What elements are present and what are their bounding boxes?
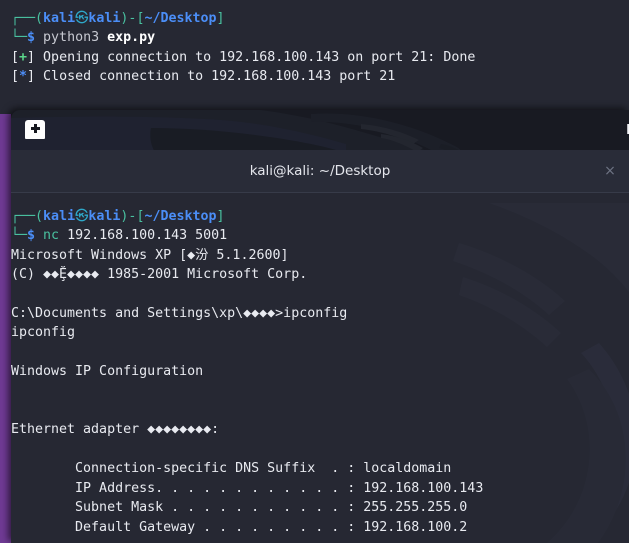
- prompt-path: ~/Desktop: [144, 209, 217, 224]
- output-bracket-close: ]: [27, 49, 36, 65]
- terminal-output-area[interactable]: ┌──(kali㉿kali)-[~/Desktop] └─$ nc 192.16…: [11, 193, 629, 543]
- window-titlebar[interactable]: kali@k: [11, 110, 629, 150]
- prompt-host: kali: [88, 209, 121, 224]
- prompt-dollar: $: [27, 30, 36, 46]
- terminal-line: Windows IP Configuration: [11, 364, 204, 380]
- prompt-at-icon: ㉿: [75, 209, 89, 224]
- desktop-background-strip-upper: [0, 0, 11, 114]
- prompt-rbracket: ]: [216, 11, 225, 26]
- prompt-open-paren: (: [35, 209, 44, 224]
- output-marker-plus: +: [19, 49, 28, 65]
- prompt-open-paren: (: [35, 11, 44, 26]
- prompt-host: kali: [88, 11, 121, 26]
- plus-icon: [30, 124, 40, 133]
- prompt-path: ~/Desktop: [144, 11, 217, 26]
- terminal-line: Default Gateway . . . . . . . . . : 192.…: [11, 519, 468, 535]
- terminal-line: ipconfig: [11, 325, 76, 341]
- background-terminal[interactable]: ┌──(kali㉿kali)-[~/Desktop] └─$ python3 e…: [11, 0, 629, 114]
- terminal-text: ┌──(kali㉿kali)-[~/Desktop] └─$ nc 192.16…: [11, 193, 629, 537]
- terminal-line: IP Address. . . . . . . . . . . . : 192.…: [11, 480, 484, 496]
- output-bracket-open: [: [11, 69, 20, 85]
- prompt-rbracket: ]: [216, 209, 225, 224]
- output-bracket-open: [: [11, 49, 20, 65]
- background-terminal-output: ┌──(kali㉿kali)-[~/Desktop] └─$ python3 e…: [11, 0, 629, 87]
- prompt-corner-top: ┌──: [11, 209, 36, 224]
- command-name: nc: [43, 228, 60, 244]
- prompt-at-icon: ㉿: [75, 11, 89, 26]
- command-arg: exp.py: [107, 30, 156, 46]
- terminal-line: Microsoft Windows XP [◆汾 5.1.2600]: [11, 247, 289, 263]
- prompt-dollar: $: [27, 228, 36, 244]
- close-icon[interactable]: ×: [601, 162, 619, 180]
- tab-bar[interactable]: kali@kali: ~/Desktop ×: [11, 150, 629, 193]
- output-bracket-close: ]: [27, 69, 36, 85]
- output-text: Opening connection to 192.168.100.143 on…: [35, 49, 476, 65]
- new-tab-button[interactable]: [25, 120, 45, 139]
- prompt-corner-top: ┌──: [11, 11, 36, 26]
- prompt-corner-bottom: └─: [11, 30, 28, 46]
- prompt-user: kali: [43, 209, 76, 224]
- screen: ┌──(kali㉿kali)-[~/Desktop] └─$ python3 e…: [0, 0, 629, 543]
- tab-kali-desktop[interactable]: kali@kali: ~/Desktop: [11, 150, 629, 192]
- command-name: python3: [43, 30, 100, 46]
- output-text: Closed connection to 192.168.100.143 por…: [35, 69, 396, 85]
- terminal-line: (C) ◆◆Ḝ◆◆◆◆ 1985-2001 Microsoft Corp.: [11, 267, 308, 283]
- terminal-line: Subnet Mask . . . . . . . . . . . : 255.…: [11, 500, 468, 516]
- terminal-line: Connection-specific DNS Suffix . : local…: [11, 461, 452, 477]
- kali-dragon-watermark-icon: [11, 110, 461, 150]
- terminal-window[interactable]: kali@k kali@kali: ~/Desktop × ┌──(kali㉿k…: [11, 110, 629, 543]
- terminal-line: Ethernet adapter ◆◆◆◆◆◆◆◆:: [11, 422, 220, 438]
- terminal-line: C:\Documents and Settings\xp\◆◆◆◆>ipconf…: [11, 306, 348, 322]
- command-arg: 192.168.100.143 5001: [67, 228, 228, 244]
- output-marker-star: *: [19, 69, 28, 85]
- prompt-user: kali: [43, 11, 76, 26]
- prompt-corner-bottom: └─: [11, 228, 28, 244]
